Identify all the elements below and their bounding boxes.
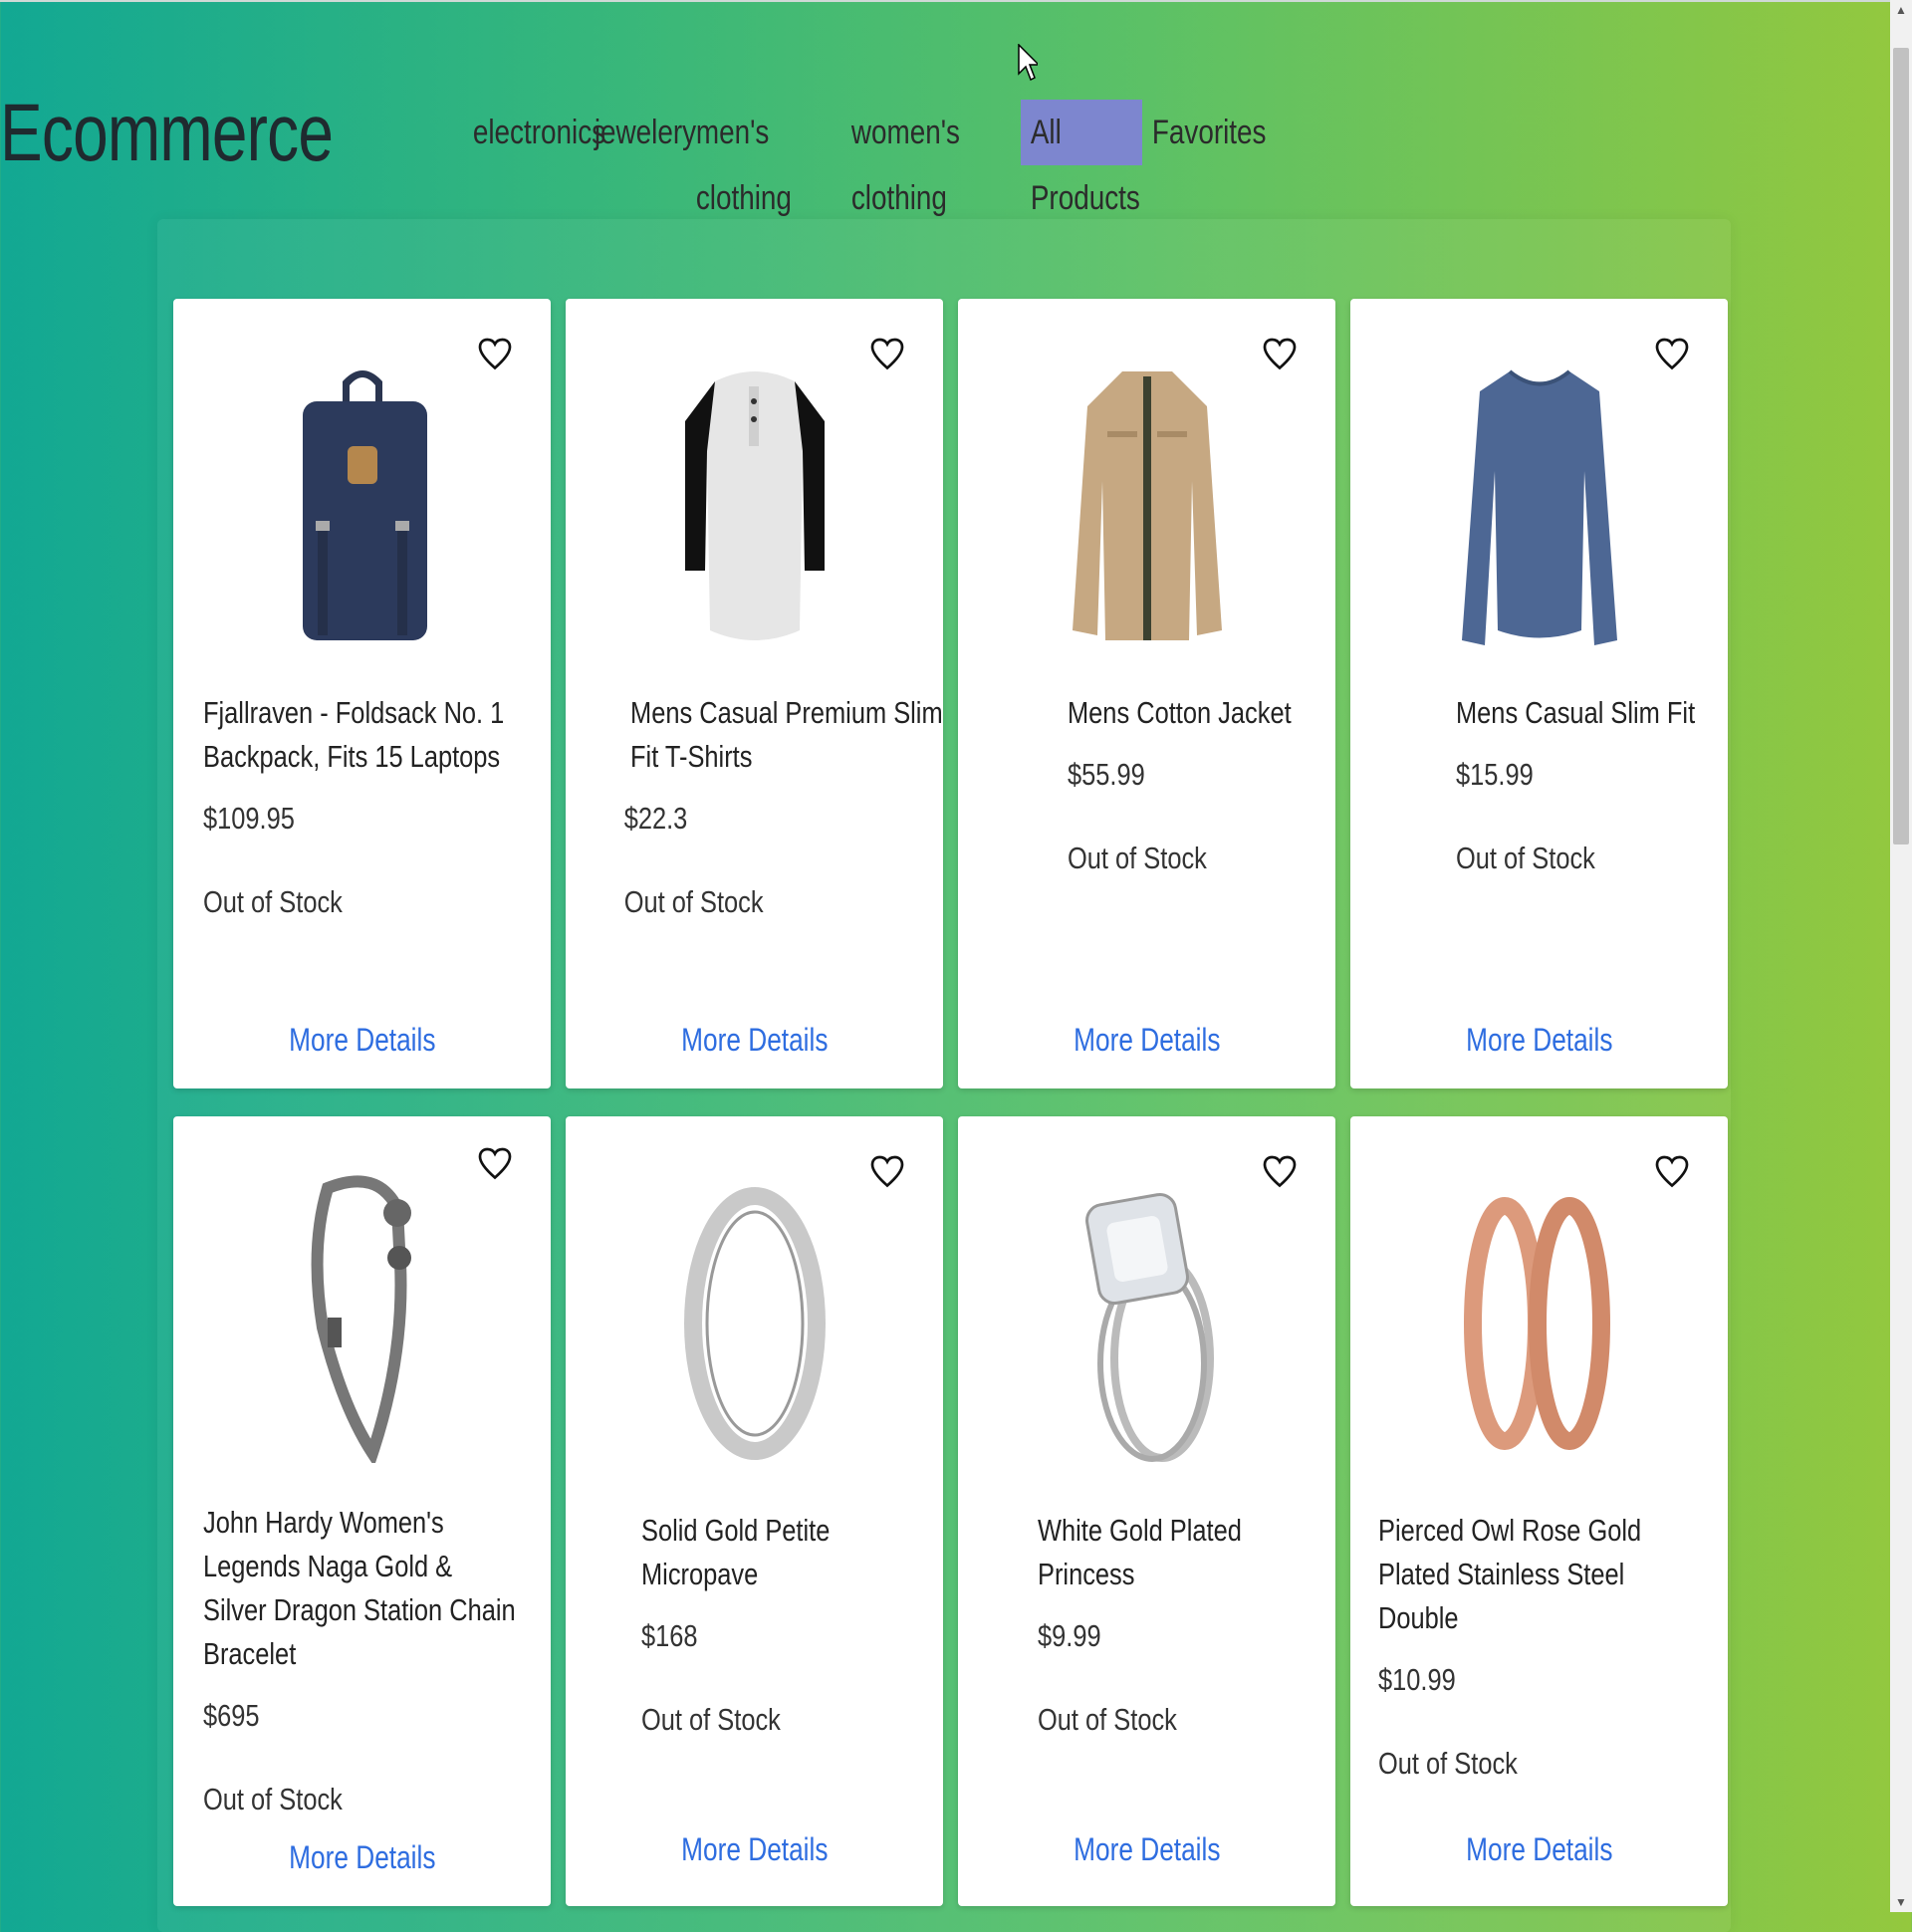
- nav-favorites[interactable]: Favorites: [1142, 100, 1267, 165]
- stock-status: Out of Stock: [1038, 1702, 1177, 1737]
- product-image-band-ring: [655, 1176, 854, 1471]
- product-image-tshirt: [655, 359, 854, 653]
- nav-all-products[interactable]: All Products: [1021, 100, 1140, 217]
- stock-status: Out of Stock: [203, 1782, 343, 1816]
- stock-status: Out of Stock: [203, 884, 343, 919]
- product-price: $55.99: [1068, 757, 1145, 792]
- product-title: Solid Gold Petite Micropave: [641, 1513, 831, 1591]
- more-details-link[interactable]: More Details: [1350, 1831, 1728, 1868]
- product-title: White Gold Plated Princess: [1038, 1513, 1242, 1591]
- vertical-scrollbar[interactable]: ▲ ▼: [1890, 0, 1912, 1912]
- more-details-link[interactable]: More Details: [958, 1022, 1335, 1059]
- nav-mens-clothing[interactable]: men's clothing: [686, 100, 814, 217]
- product-card: Mens Cotton Jacket $55.99 Out of Stock M…: [958, 299, 1335, 1088]
- favorite-heart-icon[interactable]: [1654, 335, 1690, 374]
- product-card: Pierced Owl Rose Gold Plated Stainless S…: [1350, 1116, 1728, 1906]
- product-title: John Hardy Women's Legends Naga Gold & S…: [203, 1505, 516, 1671]
- favorite-heart-icon[interactable]: [1654, 1152, 1690, 1192]
- product-price: $109.95: [203, 801, 295, 836]
- product-price: $695: [203, 1698, 260, 1733]
- product-price: $15.99: [1456, 757, 1534, 792]
- scroll-down-arrow-icon[interactable]: ▼: [1890, 1892, 1912, 1912]
- product-image-jacket: [1048, 359, 1247, 653]
- favorite-heart-icon[interactable]: [869, 335, 905, 374]
- nav-jewelery[interactable]: jewelery: [585, 100, 696, 165]
- favorite-heart-icon[interactable]: [1262, 1152, 1298, 1192]
- product-image-rose-gold-tunnels: [1440, 1176, 1639, 1471]
- more-details-link[interactable]: More Details: [173, 1839, 551, 1876]
- product-image-longsleeve: [1440, 359, 1639, 653]
- stock-status: Out of Stock: [641, 1702, 781, 1737]
- scrollbar-thumb[interactable]: [1893, 48, 1909, 845]
- more-details-link[interactable]: More Details: [566, 1831, 943, 1868]
- product-card: Fjallraven - Foldsack No. 1 Backpack, Fi…: [173, 299, 551, 1088]
- favorite-heart-icon[interactable]: [477, 1144, 513, 1184]
- more-details-link[interactable]: More Details: [958, 1831, 1335, 1868]
- product-card: White Gold Plated Princess $9.99 Out of …: [958, 1116, 1335, 1906]
- favorite-heart-icon[interactable]: [1262, 335, 1298, 374]
- product-title: Mens Casual Premium Slim Fit T-Shirts: [630, 695, 943, 774]
- product-image-backpack: [263, 359, 462, 653]
- window-top-border: [0, 0, 1890, 2]
- mouse-cursor-icon: [1018, 44, 1038, 82]
- favorite-heart-icon[interactable]: [869, 1152, 905, 1192]
- product-card: Mens Casual Slim Fit $15.99 Out of Stock…: [1350, 299, 1728, 1088]
- product-title: Mens Cotton Jacket: [1068, 695, 1292, 730]
- product-price: $10.99: [1378, 1662, 1456, 1697]
- stock-status: Out of Stock: [623, 884, 764, 919]
- more-details-link[interactable]: More Details: [566, 1022, 943, 1059]
- product-card: John Hardy Women's Legends Naga Gold & S…: [173, 1116, 551, 1906]
- stock-status: Out of Stock: [1456, 841, 1595, 875]
- product-price: $168: [641, 1618, 698, 1653]
- product-card: Solid Gold Petite Micropave $168 Out of …: [566, 1116, 943, 1906]
- more-details-link[interactable]: More Details: [1350, 1022, 1728, 1059]
- product-title: Mens Casual Slim Fit: [1456, 695, 1696, 730]
- brand-title: Ecommerce: [0, 88, 334, 178]
- category-nav: electronics jewelery men's clothing wome…: [463, 100, 1267, 217]
- product-price: $9.99: [1038, 1618, 1101, 1653]
- stock-status: Out of Stock: [1068, 841, 1207, 875]
- nav-electronics[interactable]: electronics: [463, 100, 605, 165]
- scroll-up-arrow-icon[interactable]: ▲: [1890, 0, 1912, 20]
- nav-womens-clothing[interactable]: women's clothing: [841, 100, 989, 217]
- favorite-heart-icon[interactable]: [477, 335, 513, 374]
- product-image-bracelet: [263, 1168, 462, 1463]
- more-details-link[interactable]: More Details: [173, 1022, 551, 1059]
- product-title: Fjallraven - Foldsack No. 1 Backpack, Fi…: [203, 695, 505, 774]
- product-price: $22.3: [623, 801, 688, 836]
- product-card: Mens Casual Premium Slim Fit T-Shirts $2…: [566, 299, 943, 1088]
- stock-status: Out of Stock: [1378, 1746, 1518, 1781]
- product-title: Pierced Owl Rose Gold Plated Stainless S…: [1378, 1513, 1642, 1635]
- product-image-diamond-ring: [1048, 1176, 1247, 1471]
